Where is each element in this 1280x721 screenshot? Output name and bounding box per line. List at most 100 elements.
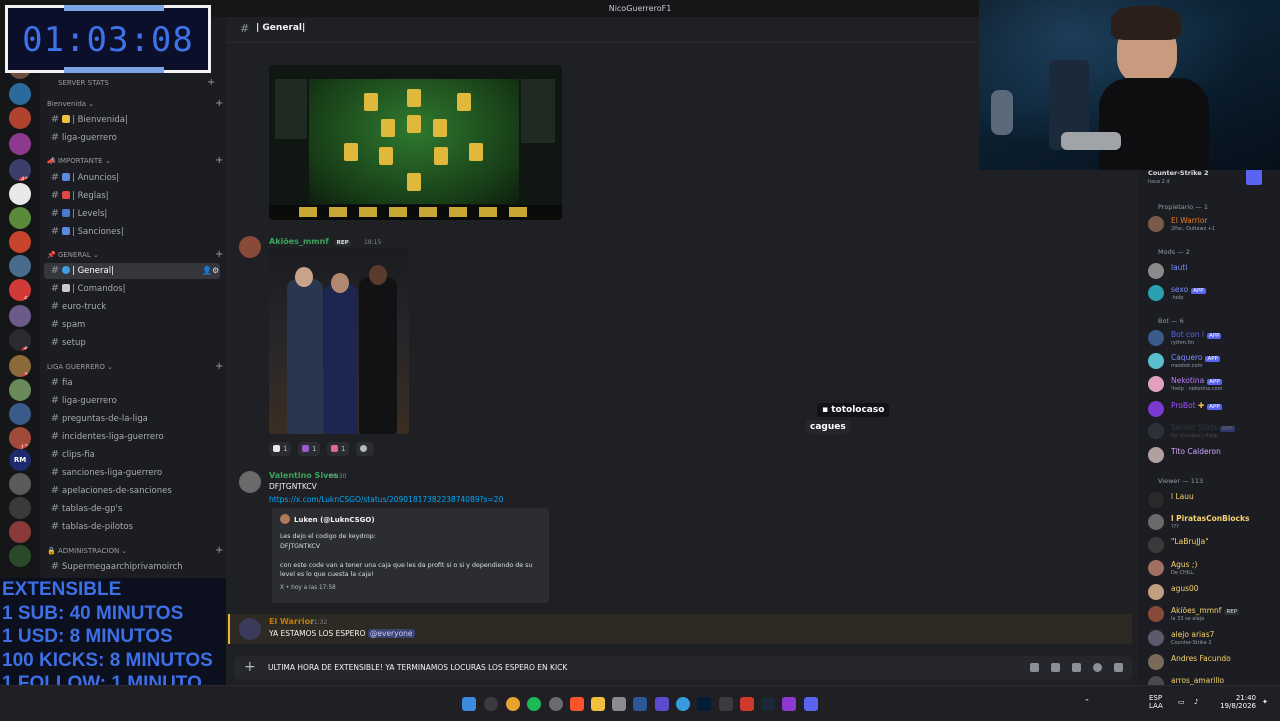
add-channel-icon[interactable]: + — [207, 77, 215, 88]
member-row[interactable]: l Lauu — [1148, 491, 1278, 509]
everyone-mention[interactable]: @everyone — [367, 629, 415, 638]
emoji-picker-icon[interactable] — [1093, 663, 1102, 672]
word-icon[interactable] — [633, 697, 647, 711]
server-icon[interactable]: 64 — [9, 329, 31, 351]
server-icon[interactable] — [9, 231, 31, 253]
search-icon[interactable] — [484, 697, 498, 711]
add-channel-icon[interactable]: + — [215, 155, 223, 166]
avatar[interactable] — [239, 471, 261, 493]
message-link[interactable]: https://x.com/LuknCSGO/status/2090181738… — [269, 495, 503, 504]
photo-image[interactable] — [269, 249, 409, 434]
server-icon[interactable] — [9, 255, 31, 277]
chevron-up-icon[interactable]: ⌃ — [1084, 698, 1090, 706]
member-row[interactable]: El Warrior 2Pac, Outlawz +1 — [1148, 215, 1278, 233]
member-row[interactable]: alejo arias7 Counter-Strike 2 — [1148, 629, 1278, 647]
member-row[interactable]: agus00 — [1148, 583, 1278, 601]
message-author[interactable]: El Warrior — [269, 617, 314, 626]
member-row[interactable]: Server Stats APP for changes | /help — [1148, 422, 1278, 440]
server-icon[interactable] — [9, 497, 31, 519]
server-icon[interactable] — [9, 207, 31, 229]
category-server-stats[interactable]: SERVER STATS + — [58, 77, 215, 88]
channel-general[interactable]: # | General| 👤 ⚙ — [44, 263, 220, 279]
member-row[interactable]: lauti — [1148, 262, 1278, 280]
member-row[interactable]: ProBot ✚ APP — [1148, 400, 1278, 418]
channel-levels[interactable]: # | Levels| — [44, 206, 220, 222]
member-row[interactable]: Tito Calderon — [1148, 446, 1278, 464]
member-row[interactable]: Bot con l APP rythm.fm — [1148, 329, 1278, 347]
server-icon[interactable]: 171 — [9, 427, 31, 449]
spotify-icon[interactable] — [527, 697, 541, 711]
edge-icon[interactable] — [676, 697, 690, 711]
add-channel-icon[interactable]: + — [215, 361, 223, 372]
network-icon[interactable]: ▭ — [1178, 698, 1185, 706]
category-importante[interactable]: 📣 IMPORTANTE ⌄ + — [47, 155, 223, 166]
attach-plus-icon[interactable]: + — [244, 659, 256, 675]
channel-bienvenida[interactable]: # | Bienvenida| — [44, 112, 220, 128]
app-icon[interactable] — [719, 697, 733, 711]
server-icon[interactable]: 59 — [9, 279, 31, 301]
add-reaction-button[interactable] — [355, 442, 374, 456]
clock[interactable]: 21:40 19/8/2026 — [1216, 694, 1256, 710]
category-bienvenida[interactable]: Bienvenida ⌄ + — [47, 98, 223, 109]
server-icon[interactable]: RM — [9, 449, 31, 471]
channel-apelaciones[interactable]: # apelaciones-de-sanciones — [44, 483, 220, 499]
notification-icon[interactable]: ✦ — [1262, 698, 1268, 706]
reaction[interactable]: 1 — [269, 442, 292, 456]
channel-spam[interactable]: # spam — [44, 317, 220, 333]
lang-indicator[interactable]: ESP LAA — [1149, 694, 1163, 710]
discord-icon[interactable] — [804, 697, 818, 711]
server-icon[interactable] — [9, 473, 31, 495]
member-row[interactable]: Andres Facundo — [1148, 653, 1278, 671]
member-row[interactable]: Agus ;) De CHILL — [1148, 559, 1278, 577]
member-row[interactable]: Caquero APP meebot.com — [1148, 352, 1278, 370]
avatar[interactable] — [239, 618, 261, 640]
channel-sanciones-liga[interactable]: # sanciones-liga-guerrero — [44, 465, 220, 481]
link-embed[interactable]: Luken (@LuknCSGO) Les dejo el codigo de … — [269, 508, 549, 603]
invite-icon[interactable]: 👤 — [202, 263, 212, 279]
category-general[interactable]: 📌 GENERAL ⌄ + — [47, 249, 223, 260]
channel-sanciones[interactable]: # | Sanciones| — [44, 224, 220, 240]
channel-incidentes[interactable]: # incidentes-liga-guerrero — [44, 429, 220, 445]
server-icon[interactable] — [9, 379, 31, 401]
avatar[interactable] — [239, 236, 261, 258]
member-row[interactable]: "LaBruJJa" — [1148, 536, 1278, 554]
channel-setup[interactable]: # setup — [44, 335, 220, 351]
server-icon[interactable] — [9, 107, 31, 129]
channel-tablas-pilotos[interactable]: # tablas-de-pilotos — [44, 519, 220, 535]
member-row[interactable]: Nekotina APP !help · nekotina.com — [1148, 375, 1278, 393]
channel-reglas[interactable]: # | Reglas| — [44, 188, 220, 204]
composer-input[interactable]: ULTIMA HORA DE EXTENSIBLE! YA TERMINAMOS… — [268, 663, 567, 672]
photoshop-icon[interactable] — [697, 697, 711, 711]
message-composer[interactable]: + ULTIMA HORA DE EXTENSIBLE! YA TERMINAM… — [234, 656, 1132, 680]
app-icon[interactable] — [740, 697, 754, 711]
server-icon[interactable] — [9, 133, 31, 155]
server-icon[interactable] — [9, 305, 31, 327]
reaction[interactable]: 1 — [297, 442, 321, 456]
channel-tablas-gp[interactable]: # tablas-de-gp's — [44, 501, 220, 517]
add-channel-icon[interactable]: + — [215, 249, 223, 260]
chrome-icon[interactable] — [506, 697, 520, 711]
channel-euro-truck[interactable]: # euro-truck — [44, 299, 220, 315]
channel-comandos[interactable]: # | Comandos| — [44, 281, 220, 297]
volume-icon[interactable]: ♪ — [1194, 698, 1198, 706]
server-icon[interactable] — [9, 545, 31, 567]
message-author[interactable]: Akiões_mmnf REP — [269, 237, 351, 246]
embed-author[interactable]: Luken (@LuknCSGO) — [294, 516, 375, 524]
channel-liga-guerrero-2[interactable]: # liga-guerrero — [44, 393, 220, 409]
category-liga-guerrero[interactable]: LIGA GUERRERO ⌄ + — [47, 361, 223, 372]
server-icon[interactable] — [9, 83, 31, 105]
lineup-image[interactable] — [269, 65, 562, 220]
gear-icon[interactable]: ⚙ — [212, 263, 219, 279]
app-icon[interactable] — [655, 697, 669, 711]
windows-start-icon[interactable] — [462, 697, 476, 711]
app-icon[interactable] — [612, 697, 626, 711]
channel-preguntas[interactable]: # preguntas-de-la-liga — [44, 411, 220, 427]
server-icon[interactable] — [9, 403, 31, 425]
channel-anuncios[interactable]: # | Anuncios| — [44, 170, 220, 186]
server-icon[interactable] — [9, 183, 31, 205]
app-icon[interactable] — [782, 697, 796, 711]
steam-icon[interactable] — [761, 697, 775, 711]
reaction[interactable]: 1 — [326, 442, 350, 456]
folder-icon[interactable] — [591, 697, 605, 711]
category-admin[interactable]: 🔒 ADMINISTRACION ⌄ + — [47, 545, 223, 556]
